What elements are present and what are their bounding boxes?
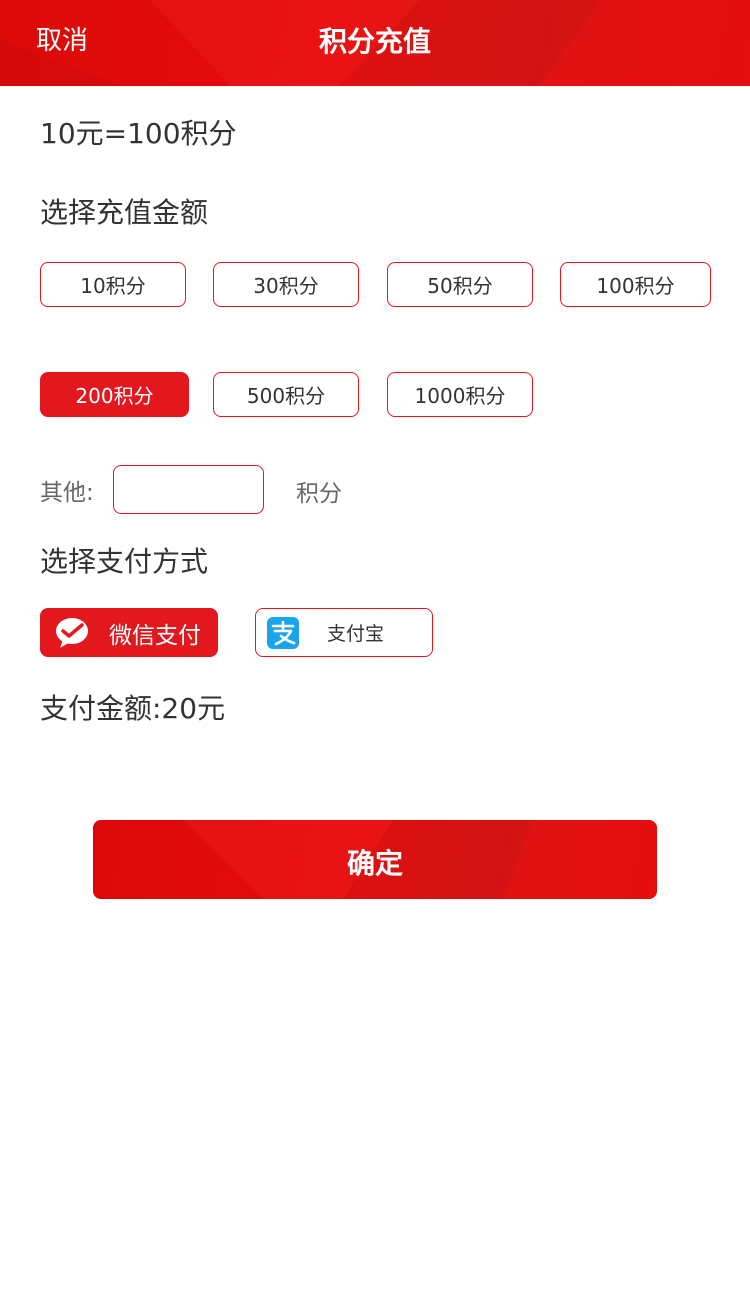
confirm-label: 确定 [346,847,403,880]
alipay-icon [267,616,299,649]
payment-section-label: 选择支付方式 [40,545,209,578]
confirm-button[interactable]: 确定 [93,820,657,899]
other-amount-input[interactable] [113,465,264,514]
amount-option-10[interactable]: 10积分 [40,262,186,307]
amount-option-100[interactable]: 100积分 [560,262,711,307]
amount-option-500[interactable]: 500积分 [213,372,359,417]
header-bar: 取消 积分充值 [0,0,750,86]
exchange-rate-text: 10元=100积分 [40,117,237,150]
wechat-pay-icon [56,617,88,648]
alipay-button[interactable]: 支付宝 [255,608,433,657]
amount-option-50[interactable]: 50积分 [387,262,533,307]
amount-option-200[interactable]: 200积分 [40,372,189,417]
alipay-label: 支付宝 [327,623,385,645]
amount-option-1000[interactable]: 1000积分 [387,372,533,417]
payment-total-text: 支付金额:20元 [40,692,226,725]
other-amount-unit: 积分 [296,481,342,507]
page-title: 积分充值 [318,25,431,58]
wechat-pay-button[interactable]: 微信支付 [40,608,218,657]
amount-option-30[interactable]: 30积分 [213,262,359,307]
wechat-pay-label: 微信支付 [109,622,201,649]
amount-section-label: 选择充值金额 [40,196,209,229]
other-amount-label: 其他: [40,480,94,506]
